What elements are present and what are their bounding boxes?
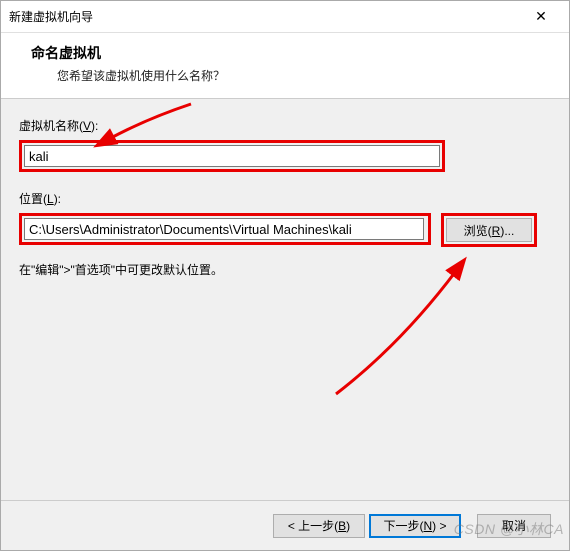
browse-highlight: 浏览(R)... <box>441 213 537 247</box>
wizard-header: 命名虚拟机 您希望该虚拟机使用什么名称？ <box>1 33 569 99</box>
next-button[interactable]: 下一步(N) > <box>369 514 461 538</box>
content-pane: 虚拟机名称(V): 位置(L): 浏览(R)... 在"编辑"> <box>1 99 569 500</box>
cancel-button[interactable]: 取消 <box>477 514 551 538</box>
vm-name-label: 虚拟机名称(V): <box>19 117 551 134</box>
close-button[interactable]: ✕ <box>521 2 561 32</box>
window-title: 新建虚拟机向导 <box>9 8 521 25</box>
location-label: 位置(L): <box>19 190 551 207</box>
wizard-window: 新建虚拟机向导 ✕ 命名虚拟机 您希望该虚拟机使用什么名称？ 虚拟机名称(V):… <box>0 0 570 551</box>
page-subtitle: 您希望该虚拟机使用什么名称？ <box>57 67 551 84</box>
page-title: 命名虚拟机 <box>31 43 551 63</box>
vm-name-input[interactable] <box>24 145 440 167</box>
browse-button[interactable]: 浏览(R)... <box>446 218 532 242</box>
footer: < 上一步(B) 下一步(N) > 取消 <box>1 500 569 550</box>
location-input[interactable] <box>24 218 424 240</box>
location-highlight <box>19 213 431 245</box>
close-icon: ✕ <box>535 8 547 25</box>
vm-name-highlight <box>19 140 445 172</box>
location-hint: 在"编辑">"首选项"中可更改默认位置。 <box>19 261 551 278</box>
back-button[interactable]: < 上一步(B) <box>273 514 365 538</box>
titlebar: 新建虚拟机向导 ✕ <box>1 1 569 33</box>
